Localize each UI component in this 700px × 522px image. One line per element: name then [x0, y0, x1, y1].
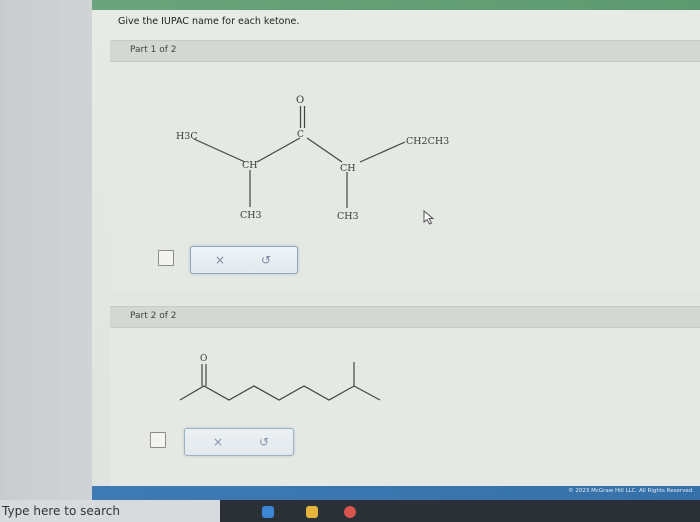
part2-label: Part 2 of 2: [130, 311, 177, 321]
footer-bar: © 2023 McGraw Hill LLC. All Rights Reser…: [92, 486, 700, 500]
copyright-text: © 2023 McGraw Hill LLC. All Rights Reser…: [568, 488, 694, 494]
part2-answer-toolbar: × ↺: [184, 428, 294, 456]
windows-taskbar: Type here to search: [0, 500, 700, 522]
part1-panel: O C H3C CH CH CH3 CH3 CH2CH3 × ↺: [110, 62, 700, 292]
part2-clear-button[interactable]: ×: [209, 433, 227, 451]
part2-undo-button[interactable]: ↺: [255, 433, 273, 451]
taskbar-search-box[interactable]: Type here to search: [0, 500, 220, 522]
ethyl-label: CH2CH3: [406, 136, 449, 147]
part2-structure: O: [179, 354, 381, 401]
question-prompt: Give the IUPAC name for each ketone.: [118, 16, 300, 27]
part2-carbonyl-oxygen-label: O: [200, 354, 207, 364]
part2-panel: O × ↺: [110, 328, 700, 488]
part1-answer-checkbox[interactable]: [158, 250, 174, 266]
part1-structure: O C H3C CH CH CH3 CH3 CH2CH3: [176, 95, 449, 222]
chrome-browser-icon[interactable]: [344, 506, 356, 518]
methyl-h3c-label: H3C: [176, 131, 198, 142]
top-accent-bar: [92, 0, 700, 10]
part2-answer-checkbox[interactable]: [150, 432, 166, 448]
part1-answer-toolbar: × ↺: [190, 246, 298, 274]
part2-header: Part 2 of 2: [110, 306, 700, 328]
edge-browser-icon[interactable]: [262, 506, 274, 518]
file-explorer-icon[interactable]: [306, 506, 318, 518]
ch3-left-label: CH3: [240, 210, 262, 221]
ch-left-label: CH: [242, 160, 258, 171]
carbonyl-oxygen-label: O: [296, 95, 304, 106]
part1-header: Part 1 of 2: [110, 40, 700, 62]
screen: Give the IUPAC name for each ketone. Par…: [0, 0, 700, 522]
question-content: Give the IUPAC name for each ketone. Par…: [92, 10, 700, 488]
left-margin: [0, 0, 92, 500]
part1-undo-button[interactable]: ↺: [257, 251, 275, 269]
taskbar-search-placeholder: Type here to search: [2, 504, 120, 518]
ch3-right-label: CH3: [337, 211, 359, 222]
part1-clear-button[interactable]: ×: [211, 251, 229, 269]
ch-right-label: CH: [340, 163, 356, 174]
mouse-cursor-icon: [423, 210, 435, 225]
part1-label: Part 1 of 2: [130, 45, 177, 55]
carbonyl-carbon-label: C: [297, 130, 304, 140]
